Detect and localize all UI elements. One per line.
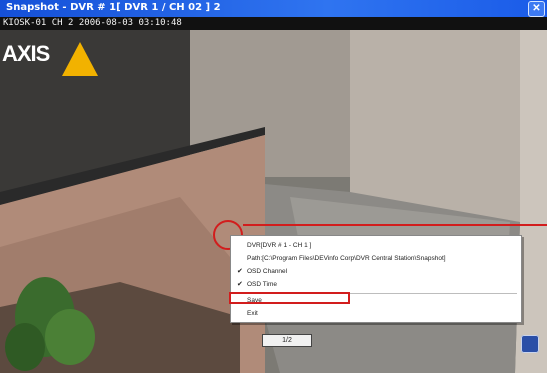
- menu-item-exit[interactable]: Exit: [231, 308, 521, 320]
- annotation-line: [243, 224, 547, 226]
- menu-item-dvr[interactable]: DVR[DVR # 1 - CH 1 ]: [231, 240, 521, 252]
- window-title: Snapshot - DVR # 1[ DVR 1 / CH 02 ] 2: [6, 2, 221, 13]
- context-menu: DVR[DVR # 1 - CH 1 ] Path:[C:\Program Fi…: [230, 235, 522, 323]
- close-icon: ✕: [532, 3, 541, 14]
- menu-item-osd-time[interactable]: ✔ OSD Time: [231, 279, 521, 291]
- check-icon: ✔: [237, 281, 243, 288]
- page-indicator: 1/2: [262, 334, 312, 347]
- menu-item-label: OSD Time: [247, 281, 277, 288]
- check-icon: ✔: [237, 268, 243, 275]
- menu-item-label: OSD Channel: [247, 268, 288, 275]
- save-highlight-box: [229, 292, 350, 304]
- snapshot-tool-icon[interactable]: [521, 335, 539, 353]
- snapshot-window: Snapshot - DVR # 1[ DVR 1 / CH 02 ] 2 ✕: [0, 0, 547, 373]
- menu-item-path[interactable]: Path:[C:\Program Files\DEVinfo Corp\DVR …: [231, 253, 521, 265]
- logo-triangle-icon: [62, 42, 98, 76]
- menu-item-label: DVR[DVR # 1 - CH 1 ]: [247, 242, 312, 249]
- menu-item-label: Path:[C:\Program Files\DEVinfo Corp\DVR …: [247, 255, 446, 262]
- menu-item-label: Exit: [247, 310, 258, 317]
- menu-item-osd-channel[interactable]: ✔ OSD Channel: [231, 266, 521, 278]
- close-button[interactable]: ✕: [528, 1, 545, 17]
- snapshot-view: KIOSK-01 CH 2 2006-08-03 03:10:48 AXIS D…: [0, 17, 547, 373]
- axis-logo: AXIS: [0, 34, 112, 78]
- title-bar[interactable]: Snapshot - DVR # 1[ DVR 1 / CH 02 ] 2 ✕: [0, 0, 547, 17]
- timestamp-overlay: KIOSK-01 CH 2 2006-08-03 03:10:48: [0, 17, 547, 30]
